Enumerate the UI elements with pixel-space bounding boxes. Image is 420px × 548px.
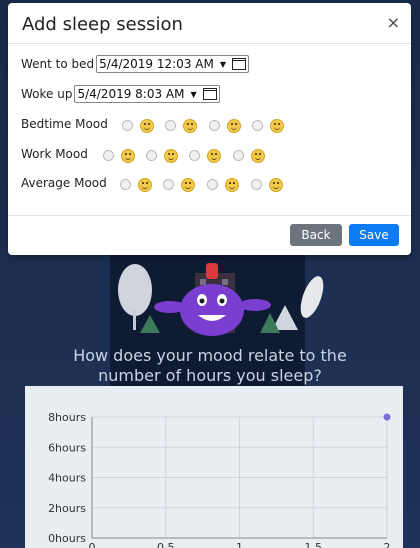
calendar-icon[interactable] (231, 58, 246, 70)
went-to-bed-label: Went to bed (21, 57, 95, 71)
average-mood-row: Average Mood (21, 176, 301, 192)
work-mood-row: Work Mood (21, 147, 301, 163)
average-mood-radio-2[interactable] (163, 179, 174, 190)
went-to-bed-value: 5/4/2019 12:03 AM (99, 57, 214, 71)
smiley-icon (227, 119, 241, 133)
smiley-icon (140, 119, 154, 133)
y-tick-label: 2hours (48, 502, 86, 515)
work-mood-radio-4[interactable] (233, 150, 244, 161)
smiley-icon (269, 178, 283, 192)
smiley-icon (225, 178, 239, 192)
woke-up-picker[interactable]: 5/4/2019 8:03 AM ▼ (74, 85, 220, 103)
bedtime-mood-radio-2[interactable] (165, 120, 176, 131)
close-icon[interactable]: × (387, 13, 400, 32)
woke-up-label: Woke up (21, 87, 73, 101)
data-point (383, 413, 391, 421)
chevron-down-icon: ▼ (219, 59, 226, 69)
save-button[interactable]: Save (349, 224, 399, 246)
average-mood-label: Average Mood (21, 176, 107, 190)
went-to-bed-row: Went to bed 5/4/2019 12:03 AM ▼ (21, 55, 249, 73)
work-mood-radio-3[interactable] (189, 150, 200, 161)
modal-title: Add sleep session (22, 14, 183, 35)
average-mood-radio-3[interactable] (207, 179, 218, 190)
calendar-icon[interactable] (202, 88, 217, 100)
smiley-icon (270, 119, 284, 133)
smiley-icon (207, 149, 221, 163)
bedtime-mood-radio-1[interactable] (122, 120, 133, 131)
chevron-down-icon: ▼ (190, 89, 197, 99)
x-tick-label: 2 (384, 541, 391, 548)
x-tick-label: 1.5 (305, 541, 323, 548)
y-tick-label: 8hours (48, 411, 86, 424)
bedtime-mood-radio-3[interactable] (209, 120, 220, 131)
average-mood-radio-4[interactable] (251, 179, 262, 190)
mood-sleep-prompt: How does your mood relate to the number … (73, 346, 347, 385)
went-to-bed-picker[interactable]: 5/4/2019 12:03 AM ▼ (96, 55, 249, 73)
work-mood-label: Work Mood (21, 147, 88, 161)
woke-up-row: Woke up 5/4/2019 8:03 AM ▼ (21, 85, 220, 103)
modal-footer-divider (8, 215, 411, 216)
modal-header: Add sleep session × (8, 3, 411, 44)
work-mood-radio-2[interactable] (146, 150, 157, 161)
bedtime-mood-row: Bedtime Mood (21, 117, 301, 133)
x-tick-label: 0 (89, 541, 96, 548)
bedtime-mood-radio-4[interactable] (252, 120, 263, 131)
back-button[interactable]: Back (290, 224, 342, 246)
x-tick-label: 0.5 (157, 541, 175, 548)
chart-svg: 8hours 6hours 4hours 2hours 0hours0 0.5 1 1.5 2 (48, 411, 391, 548)
mood-illustration (118, 263, 324, 336)
x-tick-label: 1 (236, 541, 243, 548)
bedtime-mood-label: Bedtime Mood (21, 117, 108, 131)
work-mood-radio-1[interactable] (103, 150, 114, 161)
smiley-icon (164, 149, 178, 163)
y-tick-label: 4hours (48, 472, 86, 485)
add-sleep-session-modal: Add sleep session × Went to bed 5/4/2019… (8, 3, 411, 255)
smiley-icon (251, 149, 265, 163)
smiley-icon (181, 178, 195, 192)
woke-up-value: 5/4/2019 8:03 AM (77, 87, 185, 101)
smiley-icon (138, 178, 152, 192)
average-mood-radio-1[interactable] (120, 179, 131, 190)
y-tick-label: 0hours (48, 532, 86, 545)
smiley-icon (121, 149, 135, 163)
mood-sleep-chart: 8hours 6hours 4hours 2hours 0hours 0 0.5 1 1.5 2 (25, 386, 403, 548)
smiley-icon (183, 119, 197, 133)
y-tick-label: 6hours (48, 441, 86, 454)
